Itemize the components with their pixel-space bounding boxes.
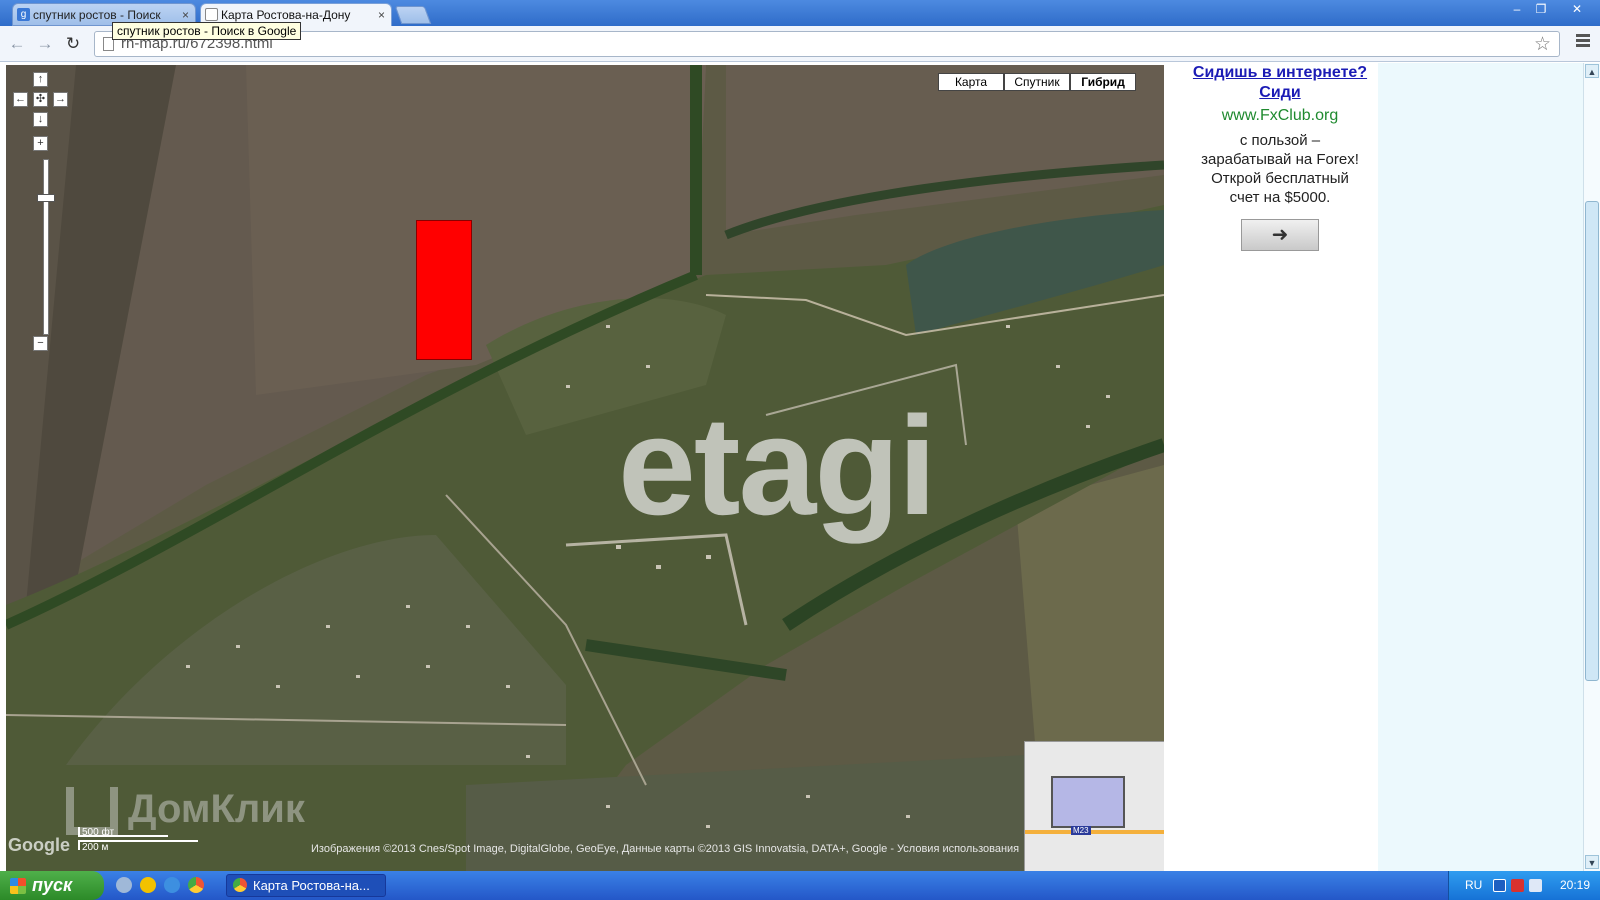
new-tab-button[interactable] [394, 6, 432, 24]
pan-left-button[interactable]: ← [13, 92, 28, 107]
page-scrollbar[interactable]: ▲ ▼ [1583, 63, 1600, 871]
google-logo[interactable]: Google [8, 835, 70, 856]
reload-icon[interactable]: ↻ [62, 33, 84, 55]
show-desktop-icon[interactable] [116, 877, 132, 893]
ad-text: с пользой – зарабатывай на Forex! Открой… [1201, 132, 1359, 206]
scroll-down-icon[interactable]: ▼ [1585, 855, 1599, 869]
overview-map[interactable]: M23 [1024, 741, 1164, 871]
scale-meters: 200 м [78, 840, 198, 853]
ad-url-link[interactable]: www.FxClub.org [1180, 107, 1380, 125]
maptype-hybrid-button[interactable]: Гибрид [1070, 73, 1136, 91]
map-attribution[interactable]: Изображения ©2013 Cnes/Spot Image, Digit… [311, 843, 1019, 855]
close-window-icon[interactable]: ✕ [1566, 1, 1588, 17]
scroll-up-icon[interactable]: ▲ [1585, 64, 1599, 78]
chrome-icon[interactable] [188, 877, 204, 893]
forward-arrow-icon[interactable]: → [34, 33, 56, 55]
chrome-icon [233, 878, 247, 892]
zoom-slider[interactable] [43, 159, 49, 335]
page-icon [205, 8, 218, 21]
internet-explorer-icon[interactable] [164, 877, 180, 893]
minimize-icon[interactable]: – [1506, 1, 1528, 17]
scale-feet: 500 фт [78, 827, 168, 838]
pan-right-button[interactable]: → [53, 92, 68, 107]
zoom-slider-handle[interactable] [37, 194, 55, 203]
pan-down-button[interactable]: ↓ [33, 112, 48, 127]
back-arrow-icon[interactable]: ← [6, 33, 28, 55]
antivirus-icon[interactable] [1511, 879, 1524, 892]
right-panel [1378, 63, 1583, 871]
clock: 20:19 [1559, 878, 1590, 892]
overview-road [1025, 830, 1164, 834]
satellite-map[interactable]: ↑ ← ✣ → ↓ + − Карта Спутник Гибрид etagi… [6, 65, 1164, 871]
ad-arrow-button[interactable]: ➜ [1241, 219, 1319, 251]
close-tab-icon[interactable]: × [378, 4, 385, 26]
satellite-imagery [6, 65, 1164, 871]
network-icon[interactable] [1529, 879, 1542, 892]
windows-flag-icon [10, 878, 26, 894]
address-bar[interactable]: rn-map.ru/672398.html ☆ [94, 31, 1560, 57]
page-viewport: ↑ ← ✣ → ↓ + − Карта Спутник Гибрид etagi… [0, 63, 1583, 871]
pan-center-button[interactable]: ✣ [33, 92, 48, 107]
overview-viewport-rect[interactable] [1051, 776, 1125, 828]
menu-icon[interactable] [1576, 34, 1590, 49]
star-icon[interactable]: ☆ [1534, 33, 1551, 56]
maptype-satellite-button[interactable]: Спутник [1004, 73, 1070, 91]
google-icon: g [17, 8, 30, 21]
domclick-text: ДомКлик [128, 787, 305, 831]
restore-icon[interactable]: ❐ [1530, 1, 1552, 17]
taskbar-item-chrome[interactable]: Карта Ростова-на... [226, 874, 386, 897]
overview-road-label: M23 [1071, 826, 1091, 835]
scroll-thumb[interactable] [1585, 201, 1599, 681]
media-player-icon[interactable] [140, 877, 156, 893]
start-button[interactable]: пуск [0, 871, 104, 900]
tab-title: спутник ростов - Поиск [33, 8, 161, 22]
highlighted-land-plot[interactable] [416, 220, 472, 360]
zoom-in-button[interactable]: + [33, 136, 48, 151]
zoom-out-button[interactable]: − [33, 336, 48, 351]
tab-title: Карта Ростова-на-Дону [221, 8, 351, 22]
maptype-map-button[interactable]: Карта [938, 73, 1004, 91]
advertisement: Сидишь в интернете? Сиди www.FxClub.org … [1180, 63, 1380, 251]
ad-title-link[interactable]: Сидишь в интернете? Сиди [1180, 63, 1380, 103]
tray-arrow-icon[interactable] [1493, 879, 1506, 892]
tab-tooltip: спутник ростов - Поиск в Google [112, 22, 302, 40]
windows-taskbar: пуск Карта Ростова-на... RU 20:19 [0, 871, 1600, 900]
taskbar-item-label: Карта Ростова-на... [253, 878, 370, 893]
etagi-watermark: etagi [618, 387, 937, 544]
language-indicator[interactable]: RU [1465, 871, 1482, 900]
pan-up-button[interactable]: ↑ [33, 72, 48, 87]
start-label: пуск [32, 875, 73, 895]
system-tray: RU 20:19 [1448, 871, 1600, 900]
